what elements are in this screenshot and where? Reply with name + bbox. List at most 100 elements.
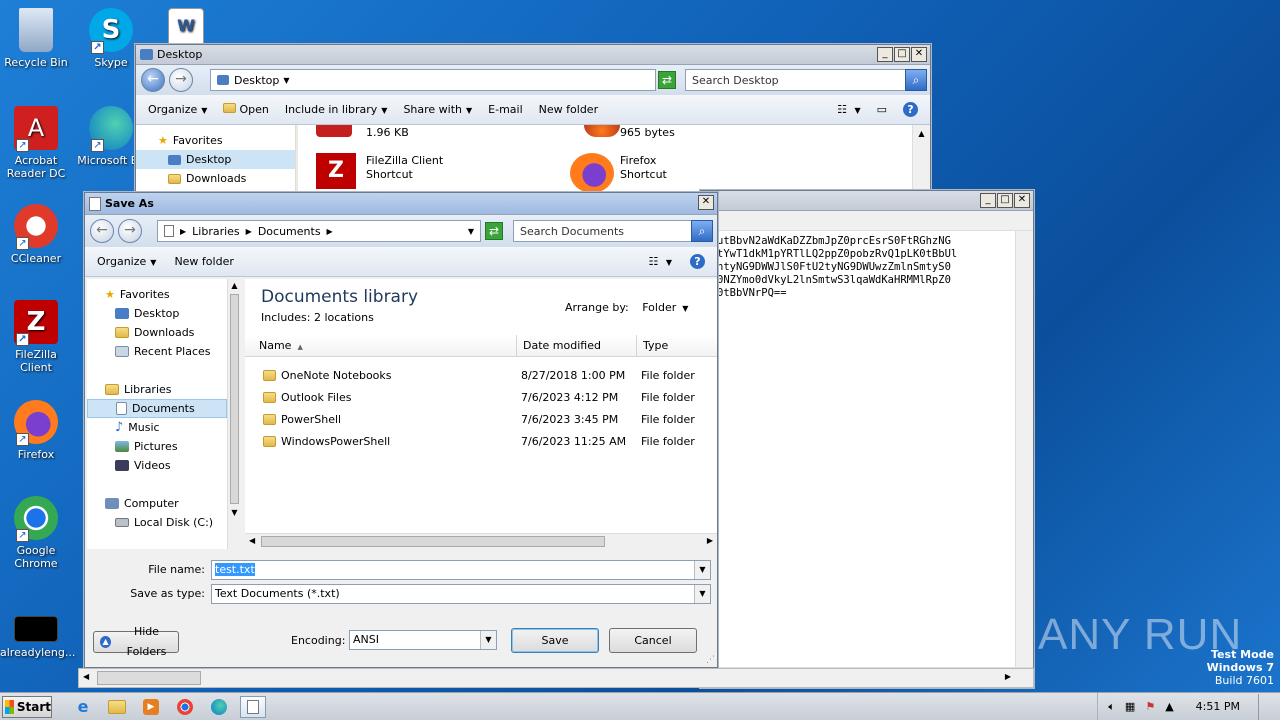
- desktop-icon-filezilla[interactable]: Z ↗ FileZilla Client: [0, 300, 72, 374]
- volume-icon[interactable]: 🔈︎: [1108, 700, 1115, 714]
- column-type[interactable]: Type: [637, 335, 717, 356]
- close-button[interactable]: ✕: [1014, 193, 1030, 208]
- scroll-right-icon[interactable]: ▶: [707, 536, 713, 545]
- ie-taskbar-icon[interactable]: e: [70, 696, 96, 718]
- email-button[interactable]: E-mail: [488, 103, 523, 116]
- new-folder-button[interactable]: New folder: [174, 255, 233, 268]
- save-as-titlebar[interactable]: Save As ✕: [85, 193, 717, 215]
- explorer-titlebar[interactable]: Desktop _ □ ✕: [136, 45, 930, 65]
- open-button[interactable]: Open: [223, 103, 269, 116]
- organize-menu[interactable]: Organize ▼: [97, 255, 156, 268]
- hscroll-thumb[interactable]: [261, 536, 605, 547]
- maximize-button[interactable]: □: [997, 193, 1013, 208]
- firefox-shortcut-icon[interactable]: [570, 153, 614, 193]
- help-icon[interactable]: ?: [903, 102, 918, 117]
- desktop-icon-firefox[interactable]: ↗ Firefox: [0, 400, 72, 461]
- help-icon[interactable]: ?: [690, 254, 705, 269]
- library-includes[interactable]: Includes: 2 locations: [261, 311, 374, 324]
- scroll-up-icon[interactable]: ▲: [913, 129, 930, 138]
- hide-folders-button[interactable]: ▲ Hide Folders: [93, 625, 179, 658]
- scroll-up-icon[interactable]: ▲: [228, 281, 241, 290]
- arrange-dropdown[interactable]: Folder ▼: [642, 301, 688, 314]
- nav-documents[interactable]: Documents: [87, 399, 227, 418]
- media-player-taskbar-icon[interactable]: ▶: [138, 696, 164, 718]
- share-with-menu[interactable]: Share with ▼: [403, 103, 472, 116]
- nav-local-disk[interactable]: Local Disk (C:): [87, 513, 227, 532]
- include-in-library-menu[interactable]: Include in library ▼: [285, 103, 388, 116]
- save-as-type-dropdown-icon[interactable]: ▼: [694, 585, 710, 603]
- chrome-taskbar-icon[interactable]: [172, 696, 198, 718]
- nav-favorites[interactable]: ★ Favorites: [87, 285, 227, 304]
- table-row[interactable]: PowerShell 7/6/2023 3:45 PM File folder: [245, 408, 717, 430]
- nav-pane-scrollbar[interactable]: ▲ ▼: [227, 279, 241, 549]
- desktop-icon-file[interactable]: alreadyleng...: [0, 616, 75, 659]
- scroll-right-icon[interactable]: ▶: [1005, 672, 1011, 681]
- encoding-select[interactable]: ANSI ▼: [349, 630, 497, 650]
- table-row[interactable]: Outlook Files 7/6/2023 4:12 PM File fold…: [245, 386, 717, 408]
- address-bar[interactable]: Desktop ▼: [210, 69, 656, 91]
- breadcrumb-libraries[interactable]: Libraries: [192, 225, 240, 238]
- breadcrumb-caret[interactable]: ▶: [246, 227, 252, 236]
- new-folder-button[interactable]: New folder: [539, 103, 598, 116]
- edge-taskbar-icon[interactable]: [206, 696, 232, 718]
- column-date-modified[interactable]: Date modified: [517, 335, 637, 356]
- scroll-down-icon[interactable]: ▼: [228, 508, 241, 517]
- save-as-type-select[interactable]: Text Documents (*.txt) ▼: [211, 584, 711, 604]
- nav-libraries[interactable]: Libraries: [87, 380, 227, 399]
- breadcrumb-caret[interactable]: ▶: [327, 227, 333, 236]
- file-name-input[interactable]: test.txt ▼: [211, 560, 711, 580]
- nav-pictures[interactable]: Pictures: [87, 437, 227, 456]
- file-name-dropdown-icon[interactable]: ▼: [694, 561, 710, 579]
- nav-desktop[interactable]: Desktop: [136, 150, 295, 169]
- search-icon[interactable]: ⌕: [905, 69, 927, 91]
- desktop-icon-recycle-bin[interactable]: Recycle Bin: [0, 8, 72, 69]
- notepad-text-area[interactable]: utBbvN2aWdKaDZZbmJpZ0prcEsrS0FtRGhzNG tY…: [717, 235, 1013, 300]
- maximize-button[interactable]: □: [894, 47, 910, 62]
- hidden-icons-icon[interactable]: ▲: [1165, 700, 1173, 713]
- nav-downloads[interactable]: Downloads: [136, 169, 295, 188]
- close-button[interactable]: ✕: [911, 47, 927, 62]
- forward-button[interactable]: →: [118, 219, 142, 243]
- search-input[interactable]: Search Desktop ⌕: [685, 69, 927, 91]
- encoding-dropdown-icon[interactable]: ▼: [480, 631, 496, 649]
- table-row[interactable]: WindowsPowerShell 7/6/2023 11:25 AM File…: [245, 430, 717, 452]
- clock[interactable]: 4:51 PM: [1196, 700, 1240, 713]
- content-hscroll[interactable]: ◀ ▶: [245, 533, 717, 549]
- nav-downloads[interactable]: Downloads: [87, 323, 227, 342]
- resize-grip-icon[interactable]: ⋰: [706, 655, 715, 665]
- view-options-icon[interactable]: ☷ ▼: [648, 255, 672, 268]
- firefox-shortcut[interactable]: Firefox Shortcut: [620, 154, 667, 182]
- address-dropdown-icon[interactable]: ▼: [468, 227, 474, 236]
- column-name[interactable]: Name ▲: [245, 335, 517, 356]
- notepad-vscroll[interactable]: [1015, 231, 1033, 667]
- minimize-button[interactable]: _: [980, 193, 996, 208]
- address-bar[interactable]: ▶ Libraries ▶ Documents ▶ ▼: [157, 220, 481, 242]
- view-options-icon[interactable]: ☷ ▼: [837, 103, 861, 116]
- breadcrumb-caret[interactable]: ▶: [180, 227, 186, 236]
- filezilla-shortcut[interactable]: FileZilla Client Shortcut: [366, 154, 443, 182]
- notepad-titlebar[interactable]: _ □ ✕: [701, 191, 1033, 211]
- action-center-flag-icon[interactable]: ⚑: [1145, 700, 1155, 713]
- notepad-bottom-scrollbar[interactable]: ◀ ▶: [78, 668, 1034, 688]
- desktop-icon-chrome[interactable]: ↗ Google Chrome: [0, 496, 72, 570]
- show-desktop-button[interactable]: [1258, 693, 1270, 720]
- filezilla-shortcut-icon[interactable]: Z: [316, 153, 356, 189]
- nav-music[interactable]: ♪ Music: [87, 418, 227, 437]
- forward-button[interactable]: →: [169, 68, 193, 92]
- table-row[interactable]: OneNote Notebooks 8/27/2018 1:00 PM File…: [245, 364, 717, 386]
- close-button[interactable]: ✕: [698, 195, 714, 210]
- scroll-left-icon[interactable]: ◀: [249, 536, 255, 545]
- network-icon[interactable]: ▦: [1125, 700, 1135, 713]
- refresh-icon[interactable]: ⇄: [485, 222, 503, 240]
- minimize-button[interactable]: _: [877, 47, 893, 62]
- preview-pane-icon[interactable]: ▭: [877, 103, 887, 116]
- save-button[interactable]: Save: [511, 628, 599, 653]
- nav-desktop[interactable]: Desktop: [87, 304, 227, 323]
- nav-favorites[interactable]: ★ Favorites: [136, 131, 295, 150]
- notepad-taskbar-icon[interactable]: [240, 695, 266, 718]
- nav-recent-places[interactable]: Recent Places: [87, 342, 227, 361]
- search-input[interactable]: Search Documents ⌕: [513, 220, 713, 242]
- nav-computer[interactable]: Computer: [87, 494, 227, 513]
- scroll-thumb[interactable]: [230, 294, 239, 504]
- scroll-left-icon[interactable]: ◀: [83, 672, 89, 681]
